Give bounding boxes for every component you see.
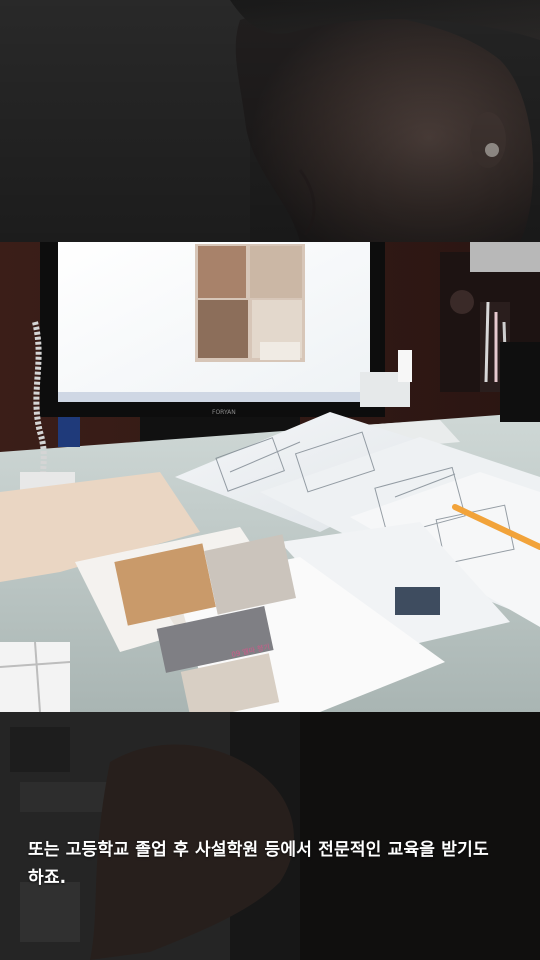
top-photo-shade [0,0,540,242]
photo-frame: FORYAN 09 엘마 향기 또는 고등학교 졸업 후 사설학원 등에서 전문… [0,0,540,960]
main-photo-desk-blueprints: FORYAN 09 엘마 향기 [0,242,540,712]
caption-text: 또는 고등학교 졸업 후 사설학원 등에서 전문적인 교육을 받기도 하죠. [28,840,489,888]
desk-scene-illustration: FORYAN 09 엘마 향기 [0,242,540,712]
monitor-brand-label: FORYAN [212,409,236,416]
top-photo-person-closeup [0,0,540,242]
